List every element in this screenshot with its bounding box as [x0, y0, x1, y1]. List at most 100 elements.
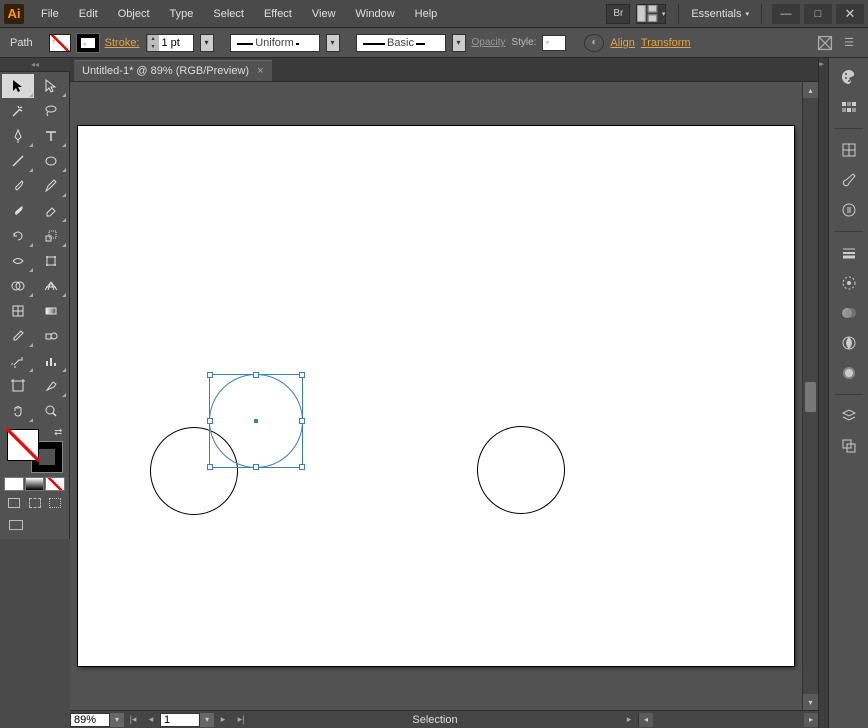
graphic-style-swatch[interactable] — [542, 35, 566, 51]
artboard-number-field[interactable]: 1 — [160, 713, 200, 727]
workspace-switcher[interactable]: Essentials▾ — [678, 4, 762, 24]
symbols-panel-icon[interactable] — [834, 197, 864, 223]
menu-view[interactable]: View — [303, 4, 345, 24]
menu-edit[interactable]: Edit — [70, 4, 107, 24]
slice-tool[interactable] — [35, 374, 67, 398]
stroke-color-swatch[interactable] — [77, 34, 99, 52]
transform-panel-link[interactable]: Transform — [641, 37, 691, 49]
fill-color-swatch[interactable] — [49, 34, 71, 52]
mesh-tool[interactable] — [2, 299, 34, 323]
draw-normal-button[interactable] — [4, 495, 24, 511]
swap-fill-stroke-icon[interactable]: ⇄ — [54, 427, 62, 438]
line-segment-tool[interactable] — [2, 149, 34, 173]
direct-selection-tool[interactable] — [35, 74, 67, 98]
draw-inside-button[interactable] — [45, 495, 65, 511]
hand-tool[interactable] — [2, 399, 34, 423]
menu-effect[interactable]: Effect — [255, 4, 301, 24]
control-menu-icon[interactable]: ☰ — [840, 34, 858, 52]
perspective-grid-tool[interactable] — [35, 274, 67, 298]
width-tool[interactable] — [2, 249, 34, 273]
recolor-artwork-button[interactable]: ◐ — [584, 34, 604, 52]
stroke-weight-input[interactable]: ▴▾ — [146, 34, 194, 52]
fill-indicator[interactable] — [7, 429, 39, 461]
selection-bounding-box[interactable] — [209, 374, 303, 468]
none-mode-button[interactable] — [45, 477, 65, 491]
fill-stroke-indicator[interactable]: ⇄ — [5, 427, 65, 475]
align-panel-link[interactable]: Align — [610, 37, 634, 49]
pencil-tool[interactable] — [35, 174, 67, 198]
draw-behind-button[interactable] — [25, 495, 45, 511]
gradient-tool[interactable] — [35, 299, 67, 323]
selection-tool[interactable] — [2, 74, 34, 98]
next-artboard-button[interactable]: ▸ — [214, 714, 232, 725]
gradient-mode-button[interactable] — [25, 477, 45, 491]
scroll-left-icon[interactable]: ◂ — [639, 713, 653, 727]
selection-handle[interactable] — [299, 464, 305, 470]
selection-handle[interactable] — [207, 418, 213, 424]
ellipse-tool[interactable] — [35, 149, 67, 173]
stroke-panel-link[interactable]: Stroke: — [105, 37, 140, 49]
opacity-link[interactable]: Opacity — [472, 37, 506, 48]
horizontal-scrollbar[interactable]: ◂ ▸ — [638, 713, 818, 727]
maximize-button[interactable]: □ — [804, 4, 832, 24]
color-mode-button[interactable] — [4, 477, 24, 491]
menu-window[interactable]: Window — [347, 4, 404, 24]
symbol-sprayer-tool[interactable] — [2, 349, 34, 373]
stroke-weight-field[interactable] — [159, 35, 193, 51]
right-panel-collapse[interactable] — [818, 58, 828, 728]
blob-brush-tool[interactable] — [2, 199, 34, 223]
scroll-up-icon[interactable]: ▴ — [803, 82, 818, 98]
menu-file[interactable]: File — [32, 4, 68, 24]
artboard-tool[interactable] — [2, 374, 34, 398]
menu-type[interactable]: Type — [161, 4, 203, 24]
menu-object[interactable]: Object — [109, 4, 159, 24]
isolate-button[interactable] — [816, 34, 834, 52]
transparency-panel-icon[interactable] — [834, 300, 864, 326]
first-artboard-button[interactable]: |◂ — [124, 714, 142, 725]
eyedropper-tool[interactable] — [2, 324, 34, 348]
zoom-dropdown[interactable]: ▾ — [110, 713, 124, 727]
gradient-panel-icon[interactable] — [834, 270, 864, 296]
selection-handle[interactable] — [299, 372, 305, 378]
free-transform-tool[interactable] — [35, 249, 67, 273]
selection-handle[interactable] — [207, 464, 213, 470]
rotate-tool[interactable] — [2, 224, 34, 248]
toolbox-collapse[interactable]: ◂◂ — [0, 58, 70, 72]
path-circle-2[interactable] — [477, 426, 565, 514]
pen-tool[interactable] — [2, 124, 34, 148]
scroll-thumb[interactable] — [805, 382, 816, 412]
zoom-tool[interactable] — [35, 399, 67, 423]
vertical-scrollbar[interactable]: ▴ ▾ — [802, 82, 818, 710]
arrange-documents-button[interactable]: ▾ — [636, 4, 666, 24]
scroll-down-icon[interactable]: ▾ — [803, 694, 818, 710]
brush-definition[interactable]: Basic — [356, 34, 446, 52]
menu-help[interactable]: Help — [406, 4, 447, 24]
artboards-panel-icon[interactable] — [834, 433, 864, 459]
graphic-styles-panel-icon[interactable] — [834, 360, 864, 386]
close-button[interactable]: ✕ — [836, 4, 864, 24]
last-artboard-button[interactable]: ▸| — [232, 714, 250, 725]
scale-tool[interactable] — [35, 224, 67, 248]
type-tool[interactable] — [35, 124, 67, 148]
paintbrush-tool[interactable] — [2, 174, 34, 198]
eraser-tool[interactable] — [35, 199, 67, 223]
magic-wand-tool[interactable] — [2, 99, 34, 123]
selection-handle[interactable] — [207, 372, 213, 378]
stroke-panel-icon[interactable] — [834, 240, 864, 266]
column-graph-tool[interactable] — [35, 349, 67, 373]
close-tab-icon[interactable]: × — [257, 65, 263, 77]
artboard-dropdown[interactable]: ▾ — [200, 713, 214, 727]
bridge-button[interactable]: Br — [606, 4, 630, 24]
zoom-level-field[interactable]: 89% — [70, 713, 110, 727]
selection-handle[interactable] — [253, 464, 259, 470]
screen-mode-button[interactable] — [6, 517, 26, 533]
artboard[interactable] — [78, 126, 794, 666]
selection-handle[interactable] — [299, 418, 305, 424]
color-panel-icon[interactable] — [834, 64, 864, 90]
document-tab-active[interactable]: Untitled-1* @ 89% (RGB/Preview) × — [74, 60, 272, 81]
blend-tool[interactable] — [35, 324, 67, 348]
lasso-tool[interactable] — [35, 99, 67, 123]
shape-builder-tool[interactable] — [2, 274, 34, 298]
scroll-right-icon[interactable]: ▸ — [804, 713, 818, 727]
stroke-weight-dropdown[interactable]: ▾ — [200, 34, 214, 52]
